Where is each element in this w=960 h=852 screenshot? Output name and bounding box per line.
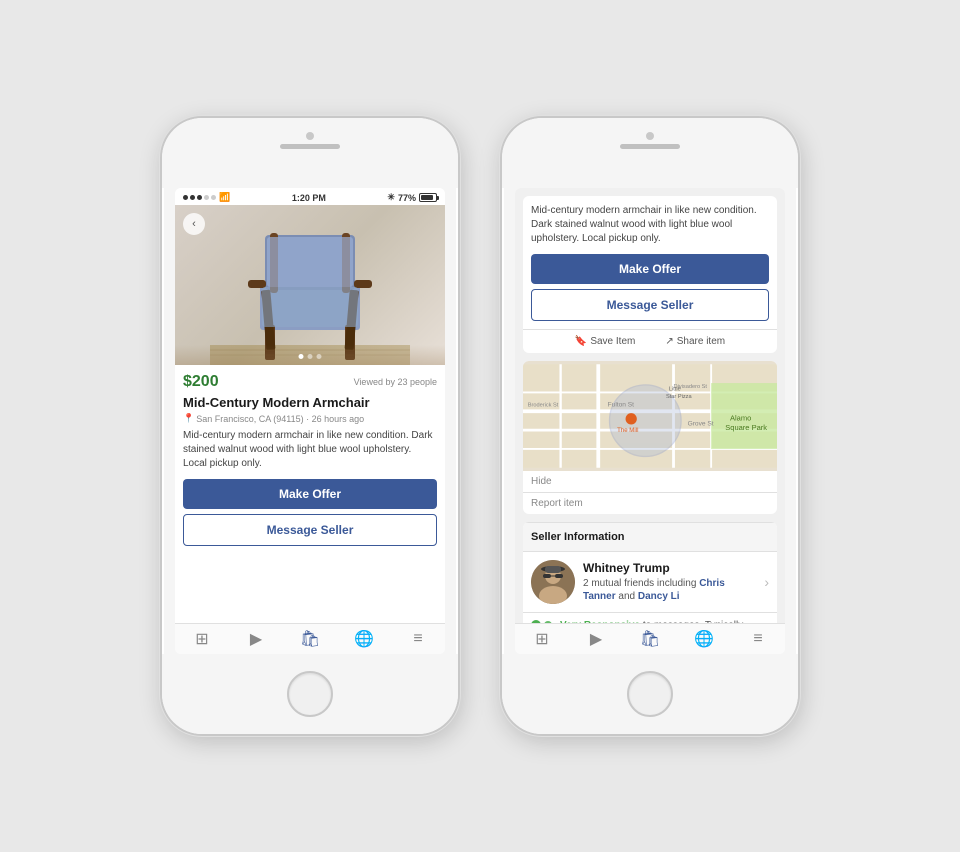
bookmark-icon: 🔖 bbox=[575, 336, 587, 347]
message-seller-button[interactable]: Message Seller bbox=[183, 514, 437, 546]
hide-link[interactable]: Hide bbox=[523, 471, 777, 493]
save-item-action[interactable]: 🔖 Save Item bbox=[575, 336, 635, 347]
make-offer-button-right[interactable]: Make Offer bbox=[531, 254, 769, 284]
and-text: and bbox=[616, 591, 638, 602]
share-icon: ↗ bbox=[665, 336, 673, 347]
share-item-action[interactable]: ↗ Share item bbox=[665, 336, 725, 347]
svg-text:Fulton St: Fulton St bbox=[608, 402, 634, 409]
svg-text:Broderick St: Broderick St bbox=[528, 403, 559, 409]
seller-name: Whitney Trump bbox=[583, 561, 756, 575]
price: $200 bbox=[183, 373, 219, 391]
seller-avatar bbox=[531, 560, 575, 604]
speaker-right bbox=[620, 144, 680, 149]
screen-left: 📶 1:20 PM ✳ 77% ‹ bbox=[175, 188, 445, 654]
seller-section-title: Seller Information bbox=[523, 522, 777, 552]
tab-marketplace-right[interactable]: 🛍 bbox=[623, 629, 677, 649]
battery-icon bbox=[419, 193, 437, 202]
phone-top-right bbox=[502, 118, 798, 188]
tab-bar-left: ⊞ ▶ 🛍 🌐 ≡ bbox=[175, 623, 445, 654]
tab-video[interactable]: ▶ bbox=[229, 629, 283, 649]
dot4 bbox=[204, 195, 209, 200]
chevron-right-icon: › bbox=[764, 574, 769, 590]
seller-row[interactable]: Whitney Trump 2 mutual friends including… bbox=[523, 552, 777, 613]
dot1 bbox=[183, 195, 188, 200]
share-item-label: Share item bbox=[677, 336, 725, 347]
home-button-right[interactable] bbox=[627, 671, 673, 717]
tab-globe-right[interactable]: 🌐 bbox=[677, 629, 731, 649]
price-row: $200 Viewed by 23 people bbox=[183, 373, 437, 391]
product-description: Mid-century modern armchair in like new … bbox=[183, 429, 437, 471]
phone-top-left bbox=[162, 118, 458, 188]
right-scroll-area: Mid-century modern armchair in like new … bbox=[515, 188, 785, 623]
camera-left bbox=[306, 132, 314, 140]
image-dots bbox=[299, 354, 322, 359]
avatar-svg bbox=[531, 560, 575, 604]
actions-row: 🔖 Save Item ↗ Share item bbox=[523, 329, 777, 353]
phone-bottom-left bbox=[162, 654, 458, 734]
product-title: Mid-Century Modern Armchair bbox=[183, 395, 437, 410]
description-text: Mid-century modern armchair in like new … bbox=[523, 196, 777, 254]
svg-text:The Mill: The Mill bbox=[617, 427, 638, 434]
map-card: Alamo Square Park Fulton St Grove St Bro… bbox=[523, 361, 777, 514]
dot-2 bbox=[308, 354, 313, 359]
seller-info: Whitney Trump 2 mutual friends including… bbox=[583, 561, 756, 603]
report-link[interactable]: Report item bbox=[523, 493, 777, 514]
tab-video-right[interactable]: ▶ bbox=[569, 629, 623, 649]
svg-text:Square Park: Square Park bbox=[725, 423, 767, 432]
status-time: 1:20 PM bbox=[292, 193, 326, 203]
svg-text:Grove St: Grove St bbox=[688, 420, 714, 427]
tab-menu[interactable]: ≡ bbox=[391, 629, 445, 649]
signal-dots bbox=[183, 195, 216, 200]
save-item-label: Save Item bbox=[590, 336, 635, 347]
phone-right: Mid-century modern armchair in like new … bbox=[500, 116, 800, 736]
map-container: Alamo Square Park Fulton St Grove St Bro… bbox=[523, 361, 777, 471]
tab-bar-right: ⊞ ▶ 🛍 🌐 ≡ bbox=[515, 623, 785, 654]
camera-right bbox=[646, 132, 654, 140]
product-image: ‹ bbox=[175, 205, 445, 365]
status-bar-left: 📶 1:20 PM ✳ 77% bbox=[175, 188, 445, 205]
wifi-icon: 📶 bbox=[219, 192, 230, 203]
friend2-name: Dancy Li bbox=[638, 591, 680, 602]
phone-left: 📶 1:20 PM ✳ 77% ‹ bbox=[160, 116, 460, 736]
battery-percent: 77% bbox=[398, 193, 416, 203]
dot3 bbox=[197, 195, 202, 200]
svg-text:Star Pizza: Star Pizza bbox=[666, 394, 693, 400]
location-pin-icon: 📍 bbox=[183, 413, 194, 424]
dot5 bbox=[211, 195, 216, 200]
tab-menu-right[interactable]: ≡ bbox=[731, 629, 785, 649]
bluetooth-icon: ✳ bbox=[387, 192, 395, 203]
product-info: $200 Viewed by 23 people Mid-Century Mod… bbox=[175, 365, 445, 623]
home-button-left[interactable] bbox=[287, 671, 333, 717]
status-left: 📶 bbox=[183, 192, 230, 203]
message-seller-button-right[interactable]: Message Seller bbox=[531, 289, 769, 321]
tab-globe[interactable]: 🌐 bbox=[337, 629, 391, 649]
seller-card: Seller Information bbox=[523, 522, 777, 623]
product-location: 📍 San Francisco, CA (94115) · 26 hours a… bbox=[183, 413, 437, 424]
dot2 bbox=[190, 195, 195, 200]
status-right: ✳ 77% bbox=[387, 192, 437, 203]
dot-1 bbox=[299, 354, 304, 359]
viewed-by: Viewed by 23 people bbox=[354, 377, 437, 387]
description-card: Mid-century modern armchair in like new … bbox=[523, 196, 777, 353]
mutual-friends-text: 2 mutual friends including bbox=[583, 578, 699, 589]
battery-fill bbox=[421, 195, 433, 200]
screen-right: Mid-century modern armchair in like new … bbox=[515, 188, 785, 654]
back-button[interactable]: ‹ bbox=[183, 213, 205, 235]
speaker-left bbox=[280, 144, 340, 149]
map-svg: Alamo Square Park Fulton St Grove St Bro… bbox=[523, 361, 777, 471]
seller-mutual: 2 mutual friends including Chris Tanner … bbox=[583, 577, 756, 603]
tab-marketplace[interactable]: 🛍 bbox=[283, 629, 337, 649]
location-text: San Francisco, CA (94115) · 26 hours ago bbox=[196, 414, 364, 424]
svg-text:Alamo: Alamo bbox=[730, 414, 751, 423]
tab-news-right[interactable]: ⊞ bbox=[515, 629, 569, 649]
phone-bottom-right bbox=[502, 654, 798, 734]
responsive-badge: Very Responsive to messages. Typically r… bbox=[523, 613, 777, 623]
tab-news[interactable]: ⊞ bbox=[175, 629, 229, 649]
make-offer-button[interactable]: Make Offer bbox=[183, 479, 437, 509]
svg-text:Little: Little bbox=[669, 387, 681, 393]
dot-3 bbox=[317, 354, 322, 359]
chair-image bbox=[210, 215, 410, 365]
